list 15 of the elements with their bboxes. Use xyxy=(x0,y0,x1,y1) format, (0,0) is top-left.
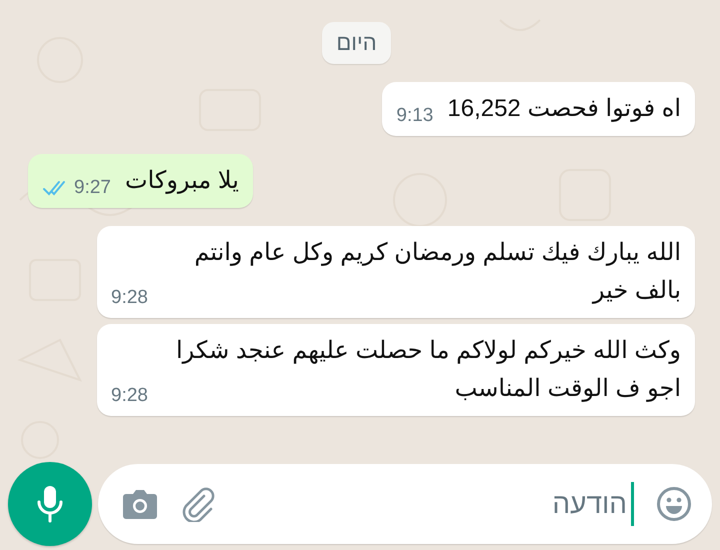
date-chip: היום xyxy=(322,22,391,64)
message-text: اه فوتوا فحصت 16,252 xyxy=(447,94,681,124)
message-text: يلا مبروكات xyxy=(124,166,239,196)
emoji-icon[interactable] xyxy=(656,486,692,522)
message-time: 9:28 xyxy=(111,384,148,408)
message-text: وكث الله خيركم لولاكم ما حصلت عليهم عنجد شكرا اجو ف الوقت المناسب xyxy=(174,336,681,404)
message-time: 9:13 xyxy=(396,104,434,128)
message-time: 9:28 xyxy=(111,286,148,310)
message-bar[interactable]: הודעה xyxy=(98,464,712,544)
camera-icon[interactable] xyxy=(122,488,158,520)
message-time: 9:27 xyxy=(74,176,111,200)
paperclip-icon[interactable] xyxy=(180,486,216,522)
microphone-icon xyxy=(36,484,64,524)
message-text: الله يبارك فيك تسلم ورمضان كريم وكل عام وانتم بالف خير xyxy=(193,238,681,306)
message-field[interactable]: הודעה xyxy=(238,482,634,526)
